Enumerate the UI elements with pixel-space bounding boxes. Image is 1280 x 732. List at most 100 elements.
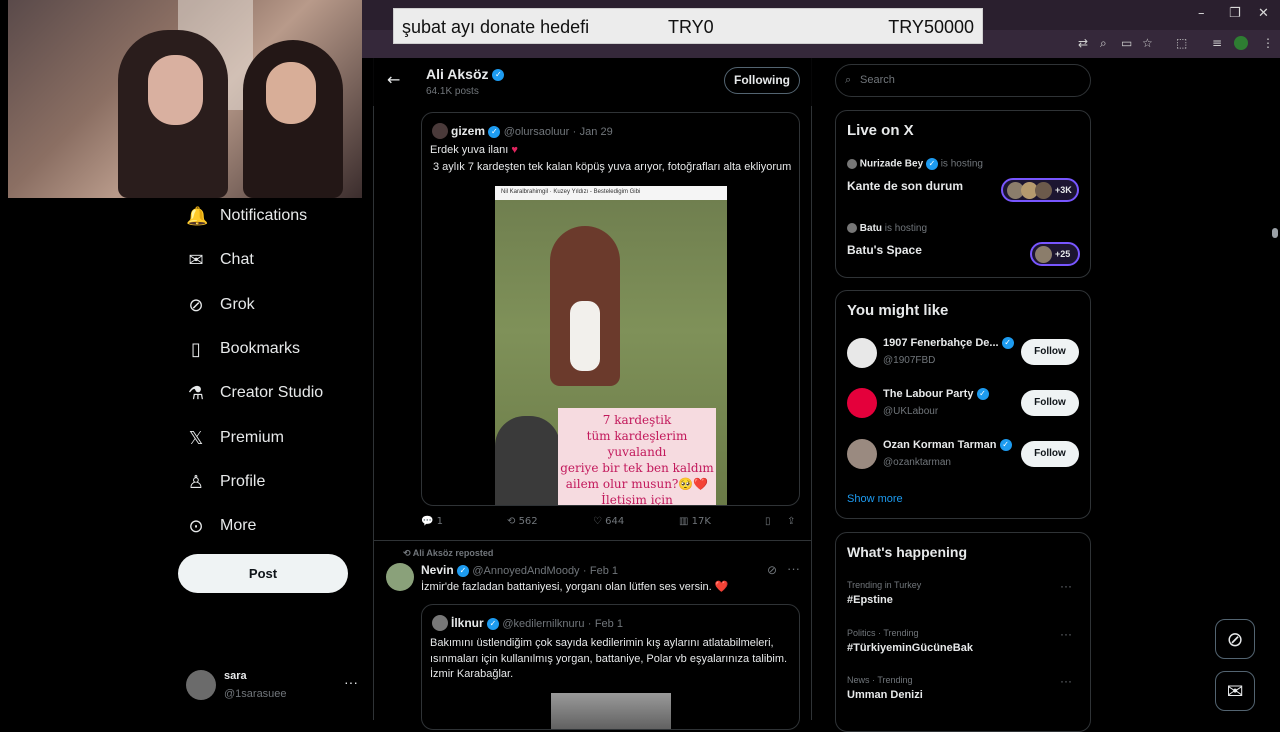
extensions-icon[interactable]: ⬚ — [1176, 36, 1187, 50]
reply-button[interactable]: 💬 1 — [421, 516, 443, 527]
suggest-name: Ozan Korman Tarman ✓ — [883, 439, 1012, 452]
donate-goal-overlay: şubat ayı donate hedefi TRY0 TRY50000 — [393, 8, 983, 44]
nav-premium[interactable]: 𝕏 Premium — [186, 423, 356, 453]
x-logo-icon: 𝕏 — [188, 427, 204, 449]
quoted-post[interactable]: İlknur ✓ @kedilernilknuru · Feb 1 Bakımı… — [421, 604, 800, 730]
repost-indicator: ⟲ Ali Aksöz reposted — [403, 548, 494, 558]
show-more-link[interactable]: Show more — [847, 493, 903, 505]
live-listeners[interactable]: +25 — [1030, 242, 1080, 266]
more-dots-icon[interactable]: ··· — [344, 674, 358, 690]
trend-item[interactable]: Trending in Turkey #Epstine — [847, 580, 921, 606]
quoted-date: Feb 1 — [594, 618, 623, 630]
follow-button[interactable]: Follow — [1021, 441, 1079, 467]
search-icon: ⌕ — [845, 73, 852, 86]
bookmark-icon[interactable]: ▯ — [765, 516, 771, 527]
trend-item[interactable]: Politics · Trending #TürkiyeminGücüneBak — [847, 628, 973, 654]
share-icon[interactable]: ⇪ — [787, 516, 795, 527]
trend-item[interactable]: News · Trending Umman Denizi — [847, 675, 923, 701]
zoom-icon[interactable]: ⌕ — [1100, 36, 1107, 51]
back-arrow-icon[interactable]: ← — [387, 70, 400, 89]
second-dog — [495, 416, 560, 505]
quoted-handle: @olursaoluur — [503, 126, 570, 138]
account-handle: @1sarasuee — [224, 688, 287, 700]
quoted-date: Jan 29 — [579, 126, 613, 138]
you-might-like-card: You might like 1907 Fenerbahçe De... ✓ @… — [835, 290, 1091, 519]
post-author[interactable]: Nevin — [421, 563, 454, 577]
nav-notifications[interactable]: 🔔 Notifications — [186, 201, 356, 231]
nav-label: More — [220, 517, 257, 534]
media-icon[interactable]: ≡ — [1212, 36, 1222, 50]
post-date: Feb 1 — [589, 565, 619, 577]
quoted-photo[interactable] — [551, 693, 671, 729]
search-bar[interactable]: ⌕ Search — [835, 64, 1091, 97]
quoted-text: ısınmaları için kullanılmış yorgan, batt… — [430, 653, 788, 665]
nav-creator-studio[interactable]: ⚗ Creator Studio — [186, 378, 356, 408]
suggest-handle: @1907FBD — [883, 355, 936, 366]
post-actions: 💬 1 ⟲ 562 ♡ 644 ▥ 17K ▯ ⇪ — [421, 516, 811, 532]
quoted-text: Bakımını üstlendiğim çok sayıda kedileri… — [430, 637, 774, 649]
post-text-line: 3 aylık 7 kardeşten tek kalan köpüş yuva… — [433, 161, 792, 173]
nav-label: Premium — [220, 429, 285, 446]
messages-fab-icon[interactable]: ✉ — [1215, 671, 1255, 711]
nav-label: Notifications — [220, 207, 308, 224]
divider — [373, 540, 812, 541]
close-icon[interactable]: ✕ — [1258, 6, 1269, 21]
cast-icon[interactable]: ▭ — [1121, 36, 1132, 50]
suggest-handle: @UKLabour — [883, 406, 939, 417]
follow-button[interactable]: Follow — [1021, 339, 1079, 365]
live-title[interactable]: Kante de son durum — [847, 179, 963, 193]
live-title[interactable]: Batu's Space — [847, 243, 922, 257]
nav-bookmarks[interactable]: ▯ Bookmarks — [186, 334, 356, 364]
post-button[interactable]: Post — [178, 554, 348, 593]
creator-studio-icon: ⚗ — [187, 382, 205, 404]
kebab-menu-icon[interactable]: ⋮ — [1262, 36, 1274, 50]
quoted-post[interactable]: gizem ✓ @olursaoluur · Jan 29 Erdek yuva… — [421, 112, 800, 506]
nav-chat[interactable]: ✉ Chat — [186, 245, 356, 275]
image-caption: Nil Karalbrahimgil · Kuzey Yıldızı - Bes… — [495, 186, 727, 200]
scrollbar-thumb[interactable] — [1272, 228, 1278, 238]
avatar — [432, 123, 448, 139]
avatar — [847, 223, 857, 234]
repost-button[interactable]: ⟲ 562 — [507, 516, 538, 527]
like-button[interactable]: ♡ 644 — [593, 516, 624, 527]
minimize-icon[interactable]: – — [1198, 6, 1205, 21]
avatar — [847, 338, 877, 368]
donate-label: şubat ayı donate hedefi — [402, 17, 590, 37]
star-icon[interactable]: ☆ — [1142, 36, 1153, 50]
suggest-handle: @ozanktarman — [883, 457, 951, 468]
donate-goal: TRY50000 — [888, 17, 974, 37]
card-title: Live on X — [847, 122, 914, 139]
live-listeners[interactable]: +3K — [1001, 178, 1079, 202]
nav-grok[interactable]: ⊘ Grok — [186, 290, 356, 320]
mail-icon: ✉ — [188, 249, 204, 271]
bookmark-icon: ▯ — [191, 338, 201, 360]
following-button[interactable]: Following — [724, 67, 800, 94]
quoted-author: İlknur — [451, 616, 484, 630]
more-dots-icon[interactable]: ··· — [787, 561, 800, 576]
grok-icon[interactable]: ⊘ — [767, 563, 777, 577]
translate-icon[interactable]: ⇄ — [1078, 36, 1088, 50]
more-dots-icon[interactable]: ··· — [1060, 627, 1072, 641]
restore-icon[interactable]: ❐ — [1229, 6, 1241, 21]
dog-photo[interactable]: Nil Karalbrahimgil · Kuzey Yıldızı - Bes… — [495, 186, 727, 505]
avatar — [432, 615, 448, 631]
whats-happening-card: What's happening Trending in Turkey #Eps… — [835, 532, 1091, 732]
post-count: 64.1K posts — [426, 86, 479, 97]
account-switcher[interactable]: sara @1sarasuee ··· — [186, 670, 366, 706]
search-input[interactable]: Search — [860, 74, 895, 86]
follow-button[interactable]: Follow — [1021, 390, 1079, 416]
nav-profile[interactable]: ♙ Profile — [186, 467, 356, 497]
avatar — [186, 670, 216, 700]
profile-header: ← Ali Aksöz ✓ 64.1K posts Following — [373, 58, 812, 106]
views-button[interactable]: ▥ 17K — [679, 516, 711, 527]
more-dots-icon[interactable]: ··· — [1060, 579, 1072, 593]
profile-avatar-icon[interactable] — [1234, 36, 1248, 50]
more-dots-icon[interactable]: ··· — [1060, 674, 1072, 688]
avatar[interactable] — [386, 563, 414, 591]
suggest-name: The Labour Party ✓ — [883, 388, 989, 401]
donate-current: TRY0 — [668, 17, 714, 37]
nav-more[interactable]: ⊙ More — [186, 511, 356, 541]
grok-fab-icon[interactable]: ⊘ — [1215, 619, 1255, 659]
avatar — [847, 159, 857, 169]
post-text-line: Erdek yuva ilanı ♥ — [430, 144, 518, 156]
